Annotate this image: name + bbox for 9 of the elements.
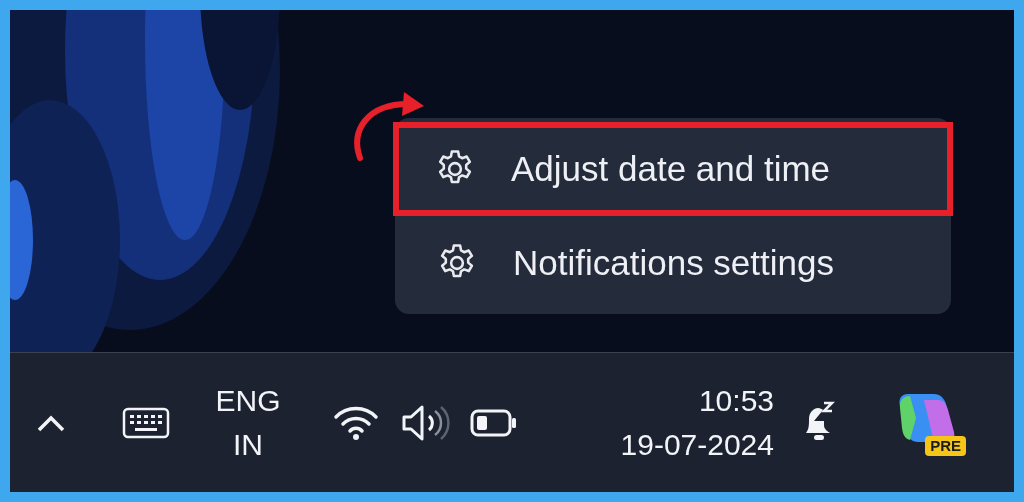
keyboard-icon[interactable] — [122, 406, 170, 439]
menu-item[interactable]: Adjust date and time — [393, 122, 953, 216]
clock-date[interactable]: 19-07-2024 — [620, 422, 774, 467]
region-code[interactable]: IN — [233, 422, 263, 467]
preview-badge: PRE — [925, 435, 966, 456]
menu-item[interactable]: Notifications settings — [395, 216, 951, 310]
language-code[interactable]: ENG — [215, 378, 281, 423]
battery-icon[interactable] — [470, 408, 518, 437]
clock-time[interactable]: 10:53 — [698, 378, 774, 423]
